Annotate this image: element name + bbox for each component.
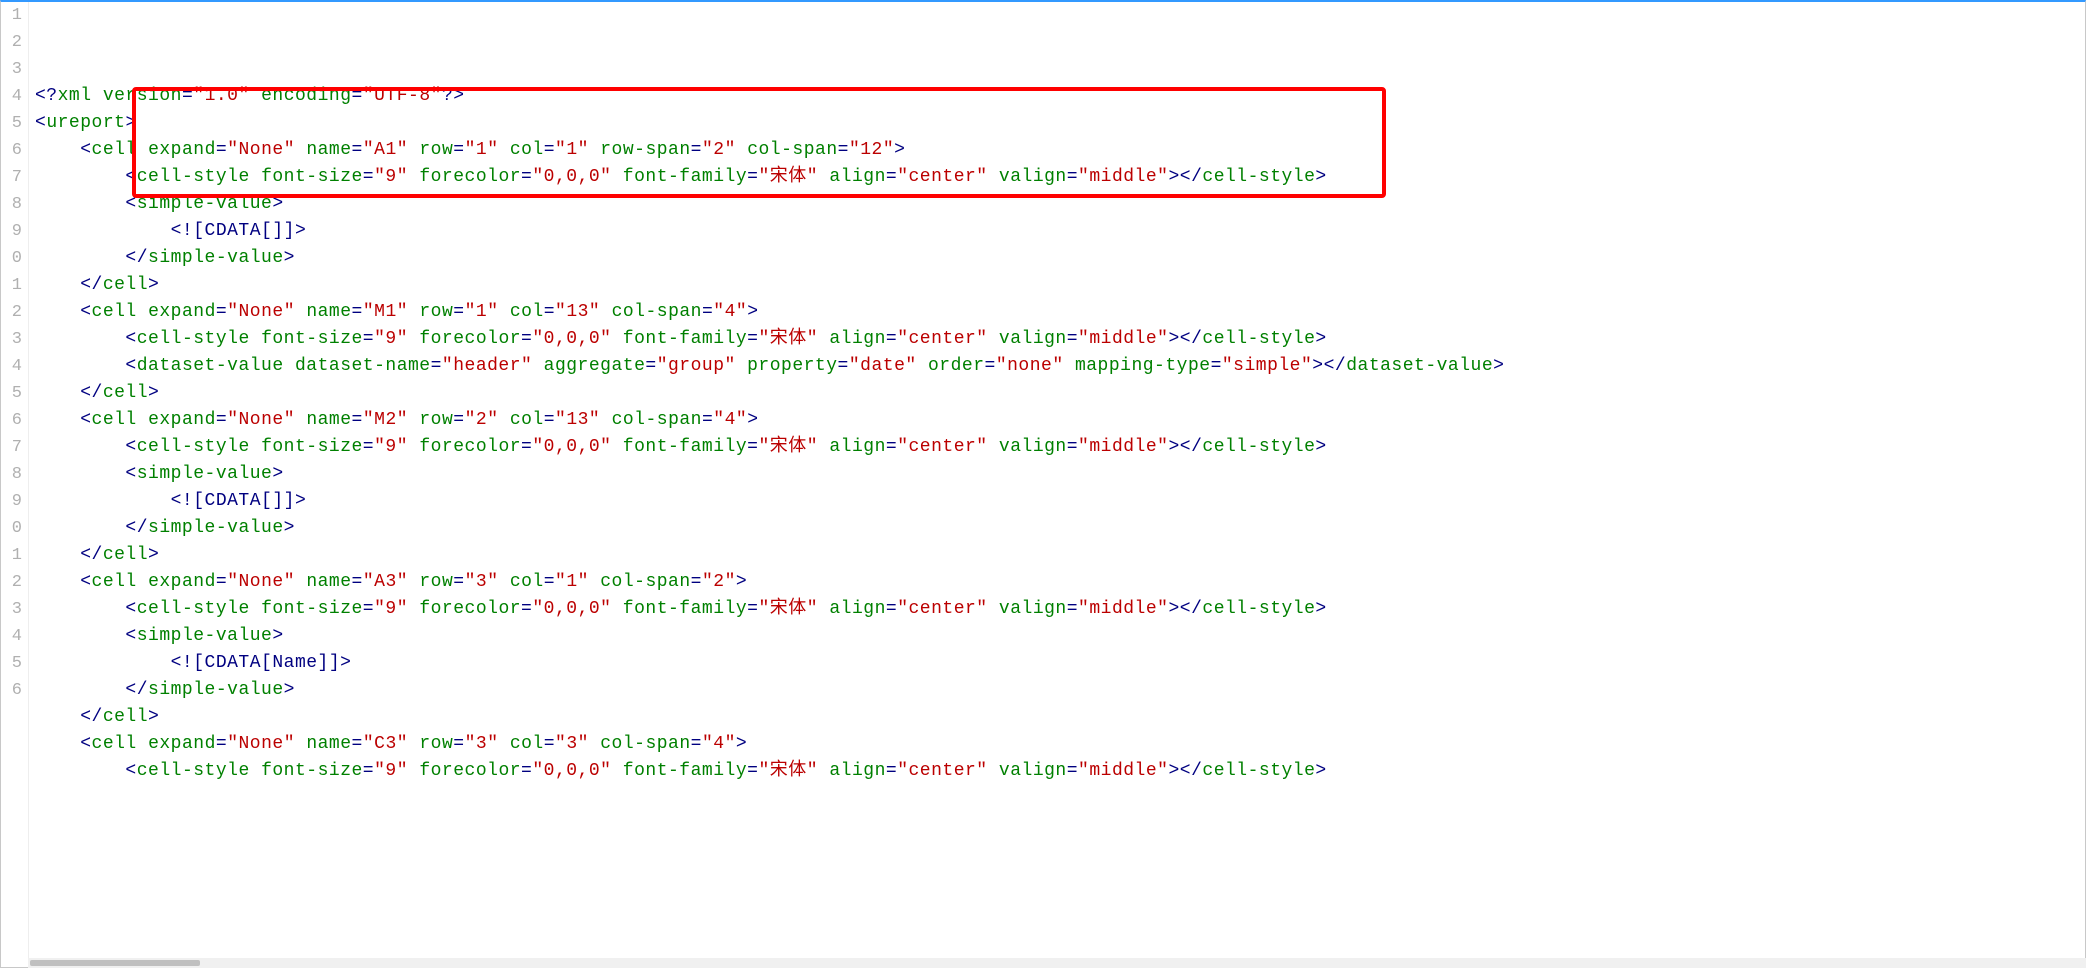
code-line[interactable]: <?xml version="1.0" encoding="UTF-8"?> [35,83,2085,110]
code-line[interactable]: </simple-value> [35,677,2085,704]
line-number: 9 [1,218,22,245]
code-line[interactable]: <![CDATA[]]> [35,488,2085,515]
code-line[interactable]: <![CDATA[]]> [35,218,2085,245]
code-line[interactable]: <![CDATA[Name]]> [35,650,2085,677]
line-number: 7 [1,164,22,191]
line-number: 1 [1,542,22,569]
line-number: 0 [1,515,22,542]
line-number: 0 [1,245,22,272]
line-number: 4 [1,83,22,110]
line-number: 3 [1,56,22,83]
line-number: 5 [1,380,22,407]
code-line[interactable]: </cell> [35,380,2085,407]
line-number: 3 [1,596,22,623]
code-line[interactable]: <simple-value> [35,623,2085,650]
line-number: 2 [1,299,22,326]
line-number: 4 [1,623,22,650]
code-editor[interactable]: 12345678901234567890123456 <?xml version… [0,0,2086,968]
code-line[interactable]: <cell expand="None" name="C3" row="3" co… [35,731,2085,758]
code-line[interactable]: </cell> [35,542,2085,569]
line-number: 7 [1,434,22,461]
code-line[interactable]: <simple-value> [35,461,2085,488]
code-line[interactable]: <cell expand="None" name="M1" row="1" co… [35,299,2085,326]
code-line[interactable]: <cell expand="None" name="A3" row="3" co… [35,569,2085,596]
line-number: 6 [1,677,22,704]
horizontal-scrollbar[interactable] [28,958,2086,968]
line-number: 2 [1,29,22,56]
line-number: 5 [1,110,22,137]
code-line[interactable]: </cell> [35,704,2085,731]
code-line[interactable]: </simple-value> [35,245,2085,272]
code-line[interactable]: <cell-style font-size="9" forecolor="0,0… [35,326,2085,353]
line-number: 2 [1,569,22,596]
code-line[interactable]: <cell-style font-size="9" forecolor="0,0… [35,596,2085,623]
line-number: 4 [1,353,22,380]
line-number: 8 [1,461,22,488]
line-number: 6 [1,407,22,434]
line-number-gutter: 12345678901234567890123456 [1,2,29,967]
line-number: 3 [1,326,22,353]
line-number: 9 [1,488,22,515]
line-number: 6 [1,137,22,164]
line-number: 5 [1,650,22,677]
line-number: 8 [1,191,22,218]
code-line[interactable]: <cell expand="None" name="A1" row="1" co… [35,137,2085,164]
code-line[interactable]: <dataset-value dataset-name="header" agg… [35,353,2085,380]
code-line[interactable]: <cell-style font-size="9" forecolor="0,0… [35,164,2085,191]
line-number: 1 [1,272,22,299]
code-line[interactable]: </cell> [35,272,2085,299]
code-line[interactable]: <cell expand="None" name="M2" row="2" co… [35,407,2085,434]
code-line[interactable]: <simple-value> [35,191,2085,218]
line-number: 1 [1,2,22,29]
code-line[interactable]: <ureport> [35,110,2085,137]
code-line[interactable]: <cell-style font-size="9" forecolor="0,0… [35,434,2085,461]
code-line[interactable]: <cell-style font-size="9" forecolor="0,0… [35,758,2085,785]
code-area[interactable]: <?xml version="1.0" encoding="UTF-8"?><u… [29,2,2085,967]
code-line[interactable]: </simple-value> [35,515,2085,542]
